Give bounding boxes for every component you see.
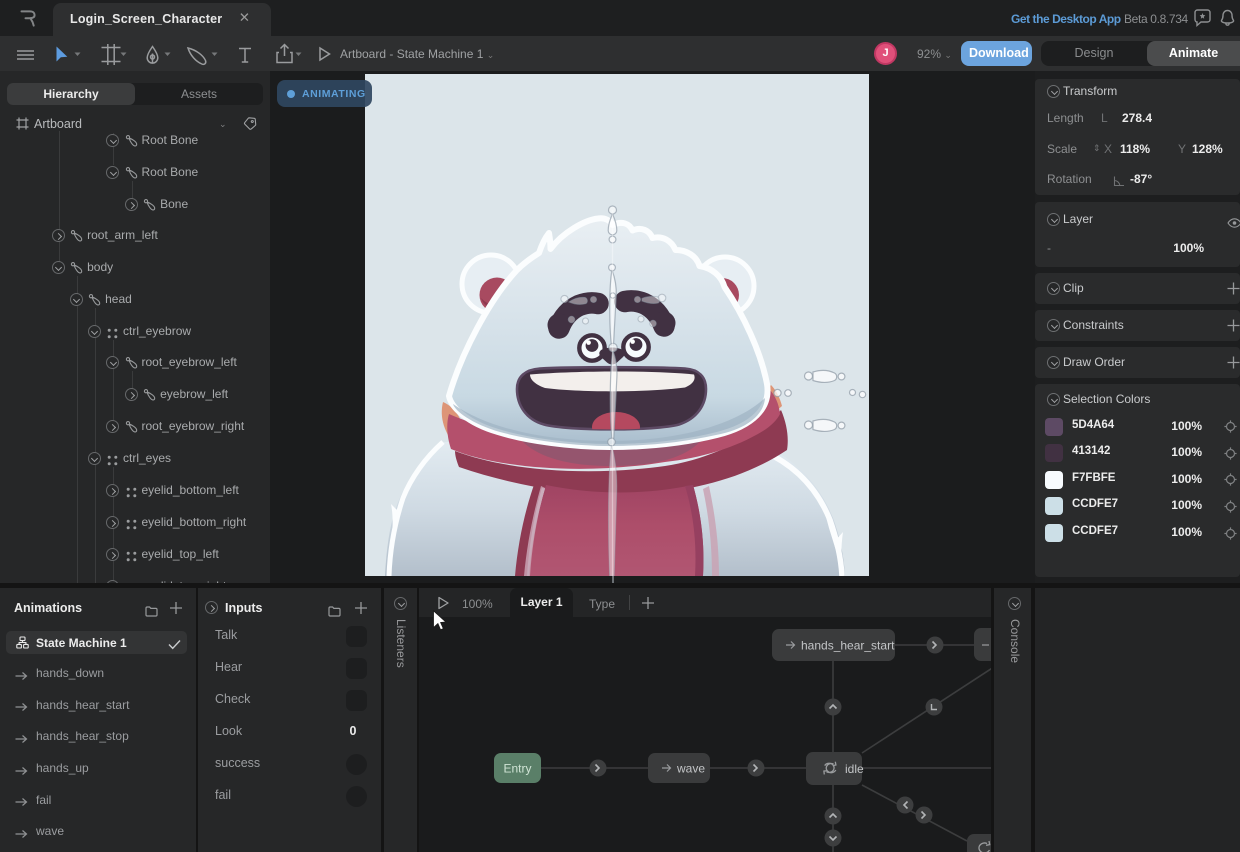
svg-text:wave: wave	[676, 762, 705, 776]
svg-text:hands_hear_start: hands_hear_start	[801, 639, 895, 653]
svg-text:Entry: Entry	[503, 762, 531, 776]
svg-text:idle: idle	[845, 762, 864, 776]
